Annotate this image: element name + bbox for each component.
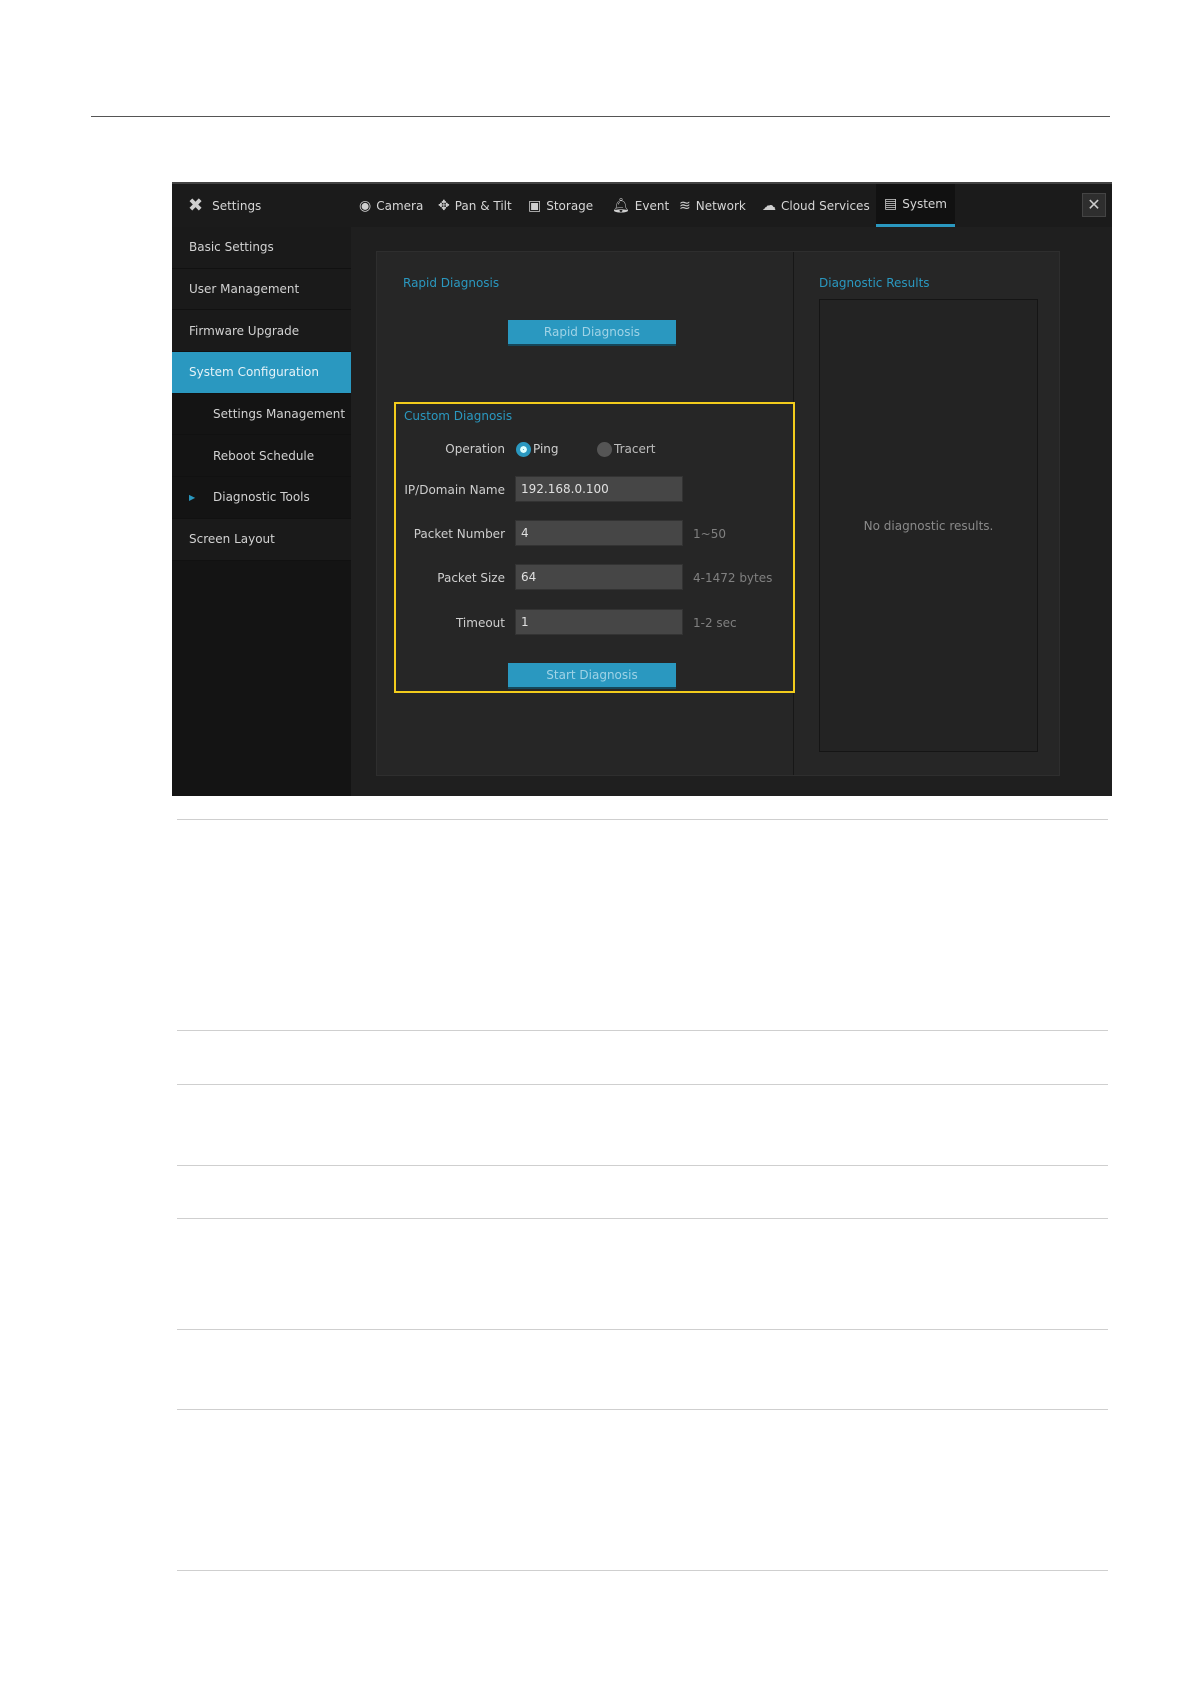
ip-domain-label: IP/Domain Name xyxy=(404,483,505,497)
table-rule xyxy=(177,1030,1108,1031)
wifi-icon: ≋ xyxy=(679,197,691,214)
tab-storage[interactable]: ▣ Storage xyxy=(528,184,593,227)
ping-label: Ping xyxy=(533,442,559,456)
top-nav: ✖ Settings ◉ Camera ✥ Pan & Tilt ▣ Storage … xyxy=(172,184,1112,227)
diagnostic-results-title: Diagnostic Results xyxy=(819,276,930,290)
custom-diagnosis-section: Custom Diagnosis Operation Ping Tracert … xyxy=(394,402,795,693)
camera-icon: ◉ xyxy=(359,197,372,214)
table-rule xyxy=(177,1218,1108,1219)
rapid-diagnosis-title: Rapid Diagnosis xyxy=(403,276,500,290)
sidebar-item-screen-layout[interactable]: Screen Layout xyxy=(172,518,351,561)
page-rule xyxy=(91,116,1110,117)
timeout-label: Timeout xyxy=(455,616,505,630)
tab-label: Storage xyxy=(546,198,594,213)
tracert-radio[interactable] xyxy=(597,442,612,457)
ip-domain-input[interactable]: 192.168.0.100 xyxy=(515,476,683,502)
cloud-icon: ☁ xyxy=(762,197,776,214)
sidebar-item-basic-settings[interactable]: Basic Settings xyxy=(172,227,351,269)
settings-title: ✖ Settings xyxy=(188,184,261,227)
timeout-input[interactable]: 1 xyxy=(515,609,683,635)
sidebar-item-label: Firmware Upgrade xyxy=(189,323,300,338)
settings-label: Settings xyxy=(212,198,262,213)
caret-right-icon: ▶ xyxy=(189,492,196,502)
tab-label: Camera xyxy=(376,198,424,213)
packet-number-label: Packet Number xyxy=(413,527,505,541)
tab-label: Pan & Tilt xyxy=(454,198,512,213)
tab-camera[interactable]: ◉ Camera xyxy=(359,184,423,227)
table-rule xyxy=(177,1570,1108,1571)
sidebar: Basic Settings User Management Firmware … xyxy=(172,227,351,796)
packet-size-hint: 4-1472 bytes xyxy=(693,571,773,585)
sidebar-item-reboot-schedule[interactable]: Reboot Schedule xyxy=(172,435,351,478)
packet-size-input[interactable]: 64 xyxy=(515,564,683,590)
tab-pan-tilt[interactable]: ✥ Pan & Tilt xyxy=(438,184,512,227)
no-results-text: No diagnostic results. xyxy=(863,519,994,533)
tab-system[interactable]: ▤ System xyxy=(876,184,955,227)
sidebar-item-label: Basic Settings xyxy=(189,240,274,255)
tab-label: Event xyxy=(634,198,670,213)
table-rule xyxy=(177,1165,1108,1166)
settings-window: ✖ Settings ◉ Camera ✥ Pan & Tilt ▣ Storage … xyxy=(172,182,1112,796)
sidebar-item-system-configuration[interactable]: System Configuration xyxy=(172,352,351,394)
start-diagnosis-button[interactable]: Start Diagnosis xyxy=(508,663,676,689)
bell-icon: 🔔︎ xyxy=(612,197,630,214)
tab-label: System xyxy=(902,197,947,211)
packet-number-hint: 1~50 xyxy=(693,527,726,541)
tab-network[interactable]: ≋ Network xyxy=(679,184,746,227)
sidebar-item-label: System Configuration xyxy=(189,365,319,380)
sidebar-item-label: Reboot Schedule xyxy=(213,448,315,463)
sidebar-item-user-management[interactable]: User Management xyxy=(172,268,351,311)
sidebar-item-label: Screen Layout xyxy=(189,532,275,547)
close-icon: ✕ xyxy=(1087,195,1101,214)
close-button[interactable]: ✕ xyxy=(1082,193,1106,217)
table-rule xyxy=(177,819,1108,820)
sidebar-item-settings-management[interactable]: Settings Management xyxy=(172,393,351,436)
tab-label: Cloud Services xyxy=(781,198,870,213)
storage-icon: ▣ xyxy=(528,197,542,214)
sidebar-item-label: Settings Management xyxy=(213,407,346,422)
rapid-diagnosis-button[interactable]: Rapid Diagnosis xyxy=(508,320,676,346)
operation-label: Operation xyxy=(445,442,505,456)
tracert-label: Tracert xyxy=(614,442,656,456)
custom-diagnosis-title: Custom Diagnosis xyxy=(404,409,513,423)
table-rule xyxy=(177,1329,1108,1330)
ping-radio[interactable] xyxy=(516,442,531,457)
tab-label: Network xyxy=(695,198,746,213)
timeout-hint: 1-2 sec xyxy=(693,616,737,630)
table-rule xyxy=(177,1409,1108,1410)
tab-event[interactable]: 🔔︎ Event xyxy=(612,184,669,227)
diagnostic-panel: Rapid Diagnosis Rapid Diagnosis Custom D… xyxy=(376,251,1060,776)
table-rule xyxy=(177,1084,1108,1085)
sidebar-item-label: Diagnostic Tools xyxy=(213,490,310,505)
monitor-icon: ▤ xyxy=(884,196,898,212)
diagnostic-results-box: No diagnostic results. xyxy=(819,299,1038,752)
sidebar-item-firmware-upgrade[interactable]: Firmware Upgrade xyxy=(172,310,351,353)
tab-cloud-services[interactable]: ☁ Cloud Services xyxy=(762,184,870,227)
packet-size-label: Packet Size xyxy=(437,571,505,585)
sidebar-item-label: User Management xyxy=(189,282,300,297)
pan-tilt-icon: ✥ xyxy=(438,197,450,214)
tools-icon: ✖ xyxy=(188,194,204,216)
sidebar-item-diagnostic-tools[interactable]: ▶ Diagnostic Tools xyxy=(172,477,351,519)
packet-number-input[interactable]: 4 xyxy=(515,520,683,546)
